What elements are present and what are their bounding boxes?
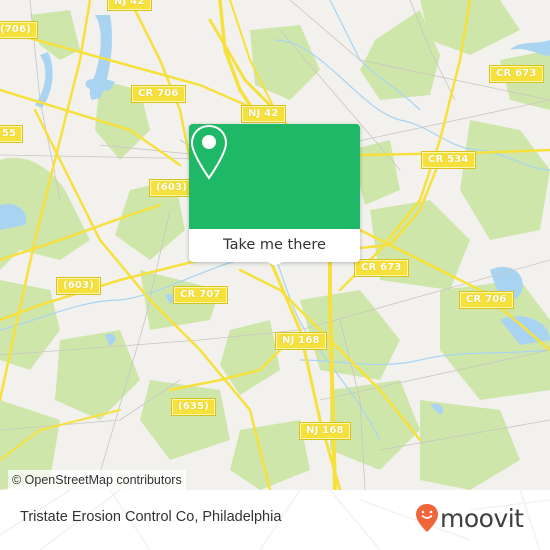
map-view[interactable]: NJ 42 (706) CR 706 NJ 42 55 CR 673 CR 53… [0, 0, 550, 490]
road-label-cr706: CR 706 [131, 85, 186, 103]
map-pin-icon [190, 124, 228, 180]
place-name: Tristate Erosion Control Co, Philadelphi… [20, 509, 282, 525]
road-label-cr707: CR 707 [173, 286, 228, 304]
road-label-nj42: NJ 42 [241, 105, 286, 123]
road-label-603-a: (603) [148, 179, 195, 197]
popup-pointer [266, 261, 284, 266]
road-label-706-edge: (706) [0, 21, 39, 39]
map-attribution[interactable]: © OpenStreetMap contributors [8, 470, 186, 490]
road-label-cr534: CR 534 [421, 151, 476, 169]
location-popup[interactable]: Take me there [189, 124, 360, 266]
road-label-603-b: (603) [55, 277, 102, 295]
road-label-nj168-a: NJ 168 [275, 332, 327, 350]
moovit-smiley-pin-icon [416, 504, 438, 532]
road-label-55: 55 [0, 125, 24, 143]
road-label-cr706-right: CR 706 [459, 291, 514, 309]
road-label-cr673-top: CR 673 [489, 65, 544, 83]
road-label-nj168-b: NJ 168 [299, 422, 351, 440]
road-label-635: (635) [170, 398, 217, 416]
popup-header[interactable] [189, 124, 360, 229]
take-me-there-button[interactable]: Take me there [189, 229, 360, 262]
moovit-wordmark: moovit [440, 504, 524, 533]
road-label-cr673: CR 673 [354, 259, 409, 277]
footer-bar: Tristate Erosion Control Co, Philadelphi… [0, 490, 550, 550]
road-label-nj42-top: NJ 42 [107, 0, 152, 11]
